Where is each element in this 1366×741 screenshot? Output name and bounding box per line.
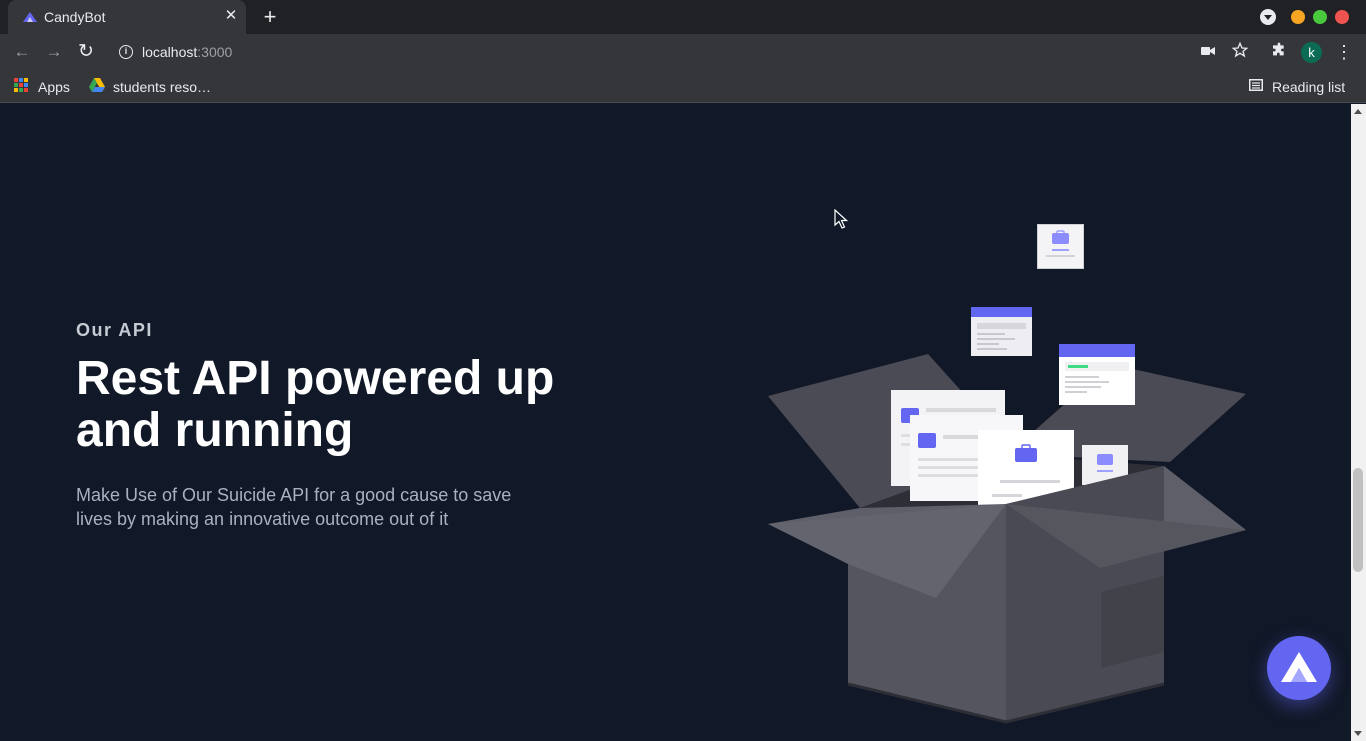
new-tab-button[interactable]: + bbox=[259, 6, 281, 28]
bookmarks-bar: Apps students reso… Reading list bbox=[0, 70, 1366, 103]
mouse-cursor-icon bbox=[834, 209, 848, 229]
back-button[interactable]: ← bbox=[10, 40, 34, 64]
app-logo-icon bbox=[1281, 652, 1317, 682]
camera-icon[interactable] bbox=[1198, 42, 1218, 62]
scroll-up-arrow-icon[interactable] bbox=[1354, 109, 1362, 114]
reading-list-button[interactable]: Reading list bbox=[1272, 77, 1345, 97]
page-viewport: Our API Rest API powered up and running … bbox=[0, 104, 1351, 741]
url-port: :3000 bbox=[197, 44, 233, 60]
floating-card bbox=[1037, 224, 1084, 269]
forward-button[interactable]: → bbox=[42, 40, 66, 64]
open-box-illustration bbox=[768, 354, 1246, 724]
tab-close-icon[interactable]: ✕ bbox=[222, 7, 240, 25]
bookmark-students-resources[interactable]: students reso… bbox=[113, 77, 211, 97]
site-info-icon[interactable]: i bbox=[119, 45, 133, 59]
reading-list-icon bbox=[1249, 79, 1263, 91]
tab-title: CandyBot bbox=[44, 9, 106, 25]
scrollbar-thumb[interactable] bbox=[1353, 468, 1363, 572]
tab-strip: CandyBot ✕ + bbox=[0, 0, 1366, 34]
floating-card bbox=[1059, 344, 1135, 405]
extensions-icon[interactable] bbox=[1269, 42, 1289, 62]
tab-search-icon[interactable] bbox=[1260, 9, 1276, 25]
bookmark-apps[interactable]: Apps bbox=[38, 77, 70, 97]
window-minimize-button[interactable] bbox=[1291, 10, 1305, 24]
hero-description: Make Use of Our Suicide API for a good c… bbox=[76, 485, 512, 529]
scroll-down-arrow-icon[interactable] bbox=[1354, 731, 1362, 736]
google-drive-icon bbox=[89, 78, 105, 92]
window-close-button[interactable] bbox=[1335, 10, 1349, 24]
profile-avatar[interactable]: k bbox=[1301, 42, 1322, 63]
reload-button[interactable]: ↻ bbox=[74, 40, 98, 64]
url-text[interactable]: localhost:3000 bbox=[142, 44, 232, 60]
floating-card bbox=[971, 307, 1032, 356]
star-icon[interactable] bbox=[1230, 41, 1250, 62]
browser-menu-icon[interactable]: ⋮ bbox=[1334, 42, 1354, 62]
browser-toolbar: ← → ↻ i localhost:3000 k ⋮ bbox=[0, 34, 1366, 70]
browser-tab[interactable]: CandyBot ✕ bbox=[8, 0, 246, 34]
app-logo-fab-button[interactable] bbox=[1267, 636, 1331, 700]
candybot-favicon-icon bbox=[23, 12, 37, 22]
address-bar[interactable]: i localhost:3000 bbox=[108, 37, 1190, 67]
window-maximize-button[interactable] bbox=[1313, 10, 1327, 24]
hero-headline: Rest API powered up and running bbox=[76, 352, 555, 457]
page-scrollbar[interactable] bbox=[1351, 104, 1366, 741]
section-eyebrow: Our API bbox=[76, 320, 153, 340]
apps-grid-icon[interactable] bbox=[14, 78, 28, 92]
url-host: localhost bbox=[142, 44, 198, 60]
